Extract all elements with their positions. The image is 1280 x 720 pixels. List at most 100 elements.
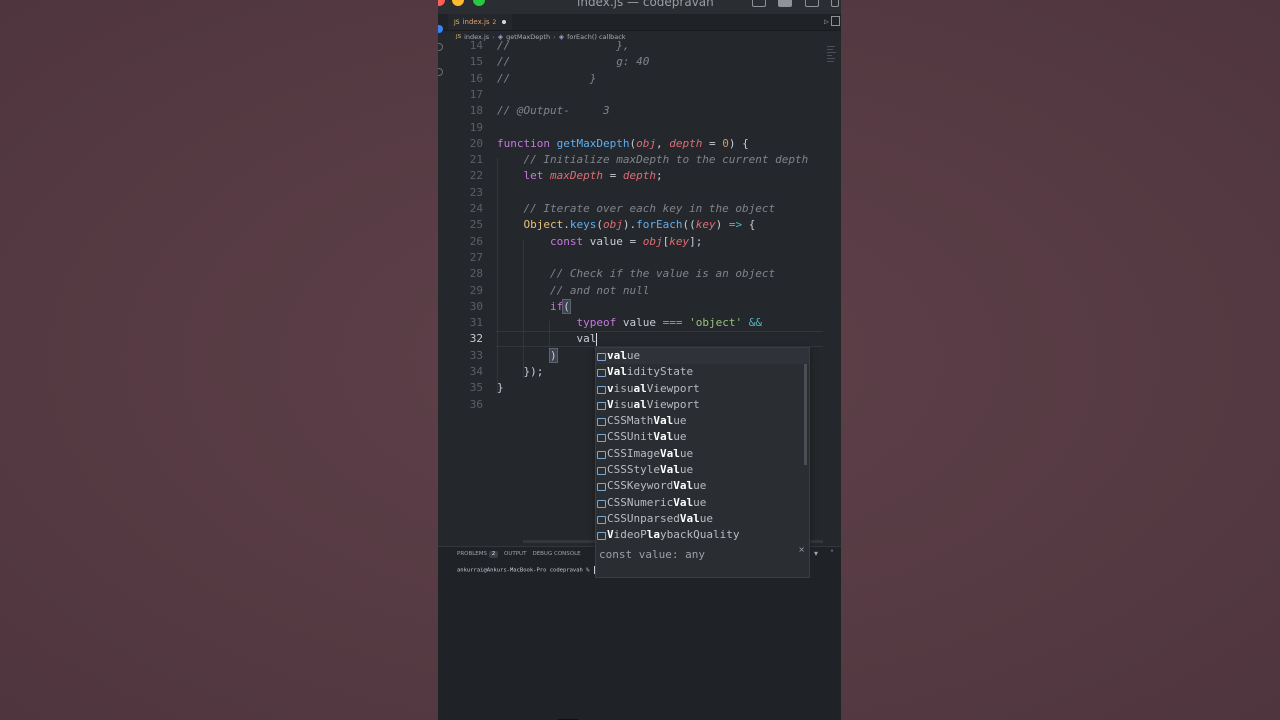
suggestion-item[interactable]: CSSImageValue: [596, 446, 809, 462]
line-number: 34: [469, 365, 483, 378]
code-line[interactable]: 24 // Iterate over each key in the objec…: [438, 201, 841, 217]
code-text: Object.keys(obj).forEach((key) => {: [523, 218, 756, 232]
code-line[interactable]: 30 if(: [438, 298, 841, 315]
code-text: // },: [497, 39, 630, 52]
suggestion-item[interactable]: CSSUnparsedValue: [596, 511, 809, 527]
window-title: index.js — codepravah: [577, 0, 714, 9]
code-text: }: [497, 381, 504, 395]
code-line[interactable]: 31 typeof value === 'object' &&: [438, 315, 841, 331]
line-number: 32: [469, 332, 483, 346]
variable-icon: [597, 532, 606, 541]
line-number: 33: [469, 348, 483, 362]
suggestion-item[interactable]: ValidityState: [596, 364, 809, 380]
suggestion-item[interactable]: CSSStyleValue: [596, 462, 809, 478]
code-text: // Iterate over each key in the object: [523, 202, 776, 215]
code-line[interactable]: 20 function getMaxDepth(obj, depth = 0) {: [438, 136, 841, 152]
details-signature: const value: any: [599, 548, 705, 561]
autocomplete-widget[interactable]: value ValidityState visualViewport VisualVi…: [595, 347, 810, 546]
layout-panel-icon[interactable]: [778, 0, 792, 7]
code-text: // Check if the value is an object: [549, 267, 776, 281]
code-line[interactable]: 21 // Initialize maxDepth to the current…: [438, 152, 841, 168]
line-number: 22: [469, 169, 483, 183]
suggestion-item[interactable]: CSSKeywordValue: [596, 478, 809, 494]
code-text: typeof value === 'object' &&: [576, 316, 762, 330]
code-text: // }: [497, 71, 597, 85]
variable-icon: [597, 499, 606, 508]
code-line[interactable]: 25 Object.keys(obj).forEach((key) => {: [438, 217, 841, 233]
minimap[interactable]: [827, 44, 837, 74]
variable-icon: [597, 467, 606, 476]
code-line[interactable]: 14 // },: [438, 38, 841, 54]
line-number: 24: [469, 202, 483, 215]
close-icon[interactable]: ×: [798, 545, 805, 554]
code-line[interactable]: 22 let maxDepth = depth;: [438, 168, 841, 184]
line-number: 31: [469, 316, 483, 330]
variable-icon: [597, 483, 606, 492]
code-line[interactable]: 18 // @Output- 3: [438, 103, 841, 119]
code-line[interactable]: 26 const value = obj[key];: [438, 234, 841, 250]
line-number: 25: [469, 218, 483, 232]
code-line[interactable]: 19: [438, 120, 841, 136]
variable-icon: [597, 401, 606, 410]
line-number: 17: [469, 87, 483, 101]
suggestion-item[interactable]: value: [596, 348, 809, 365]
code-line[interactable]: 17: [438, 87, 841, 103]
code-line[interactable]: 32 val: [438, 331, 841, 348]
close-window-button[interactable]: [438, 0, 445, 6]
layout-customize-icon[interactable]: [831, 0, 839, 7]
terminal[interactable]: ankurrai@Ankurs-MacBook-Pro codepravah %: [457, 566, 599, 574]
line-number: 36: [469, 397, 483, 411]
tab-problem-count: 2: [492, 18, 497, 26]
code-line[interactable]: 27: [438, 250, 841, 266]
variable-icon: [597, 434, 606, 443]
variable-icon: [597, 418, 606, 427]
zoom-window-button[interactable]: [473, 0, 485, 6]
unsaved-dot-icon[interactable]: [502, 20, 507, 24]
suggestion-item[interactable]: CSSNumericValue: [596, 495, 809, 511]
code-text: // Initialize maxDepth to the current de…: [523, 153, 809, 167]
code-line[interactable]: 28 // Check if the value is an object: [438, 266, 841, 282]
chevron-up-icon[interactable]: ˄: [830, 549, 834, 558]
suggestion-item[interactable]: CSSMathValue: [596, 413, 809, 429]
line-number: 15: [469, 55, 483, 69]
tab-problems[interactable]: PROBLEMS 2: [457, 551, 499, 558]
variable-icon: [597, 515, 606, 524]
variable-icon: [597, 385, 606, 394]
line-number: 23: [469, 185, 483, 199]
source-control-badge-icon[interactable]: [438, 25, 443, 33]
variable-icon: [597, 369, 606, 378]
code-text: const value = obj[key];: [549, 234, 703, 248]
suggestion-item[interactable]: CSSUnitValue: [596, 429, 809, 445]
line-number: 18: [469, 104, 483, 118]
tab-debug-console[interactable]: DEBUG CONSOLE: [532, 551, 580, 558]
code-text: if(: [549, 298, 571, 314]
panel-tabs: PROBLEMS 2 OUTPUT DEBUG CONSOLE: [457, 551, 581, 558]
panel-more-icon[interactable]: ▾: [814, 549, 818, 558]
layout-sidebar-icon[interactable]: [752, 0, 766, 7]
line-number: 16: [469, 71, 483, 85]
code-line[interactable]: 15 // g: 40: [438, 54, 841, 70]
run-icon[interactable]: ▷: [824, 17, 829, 26]
line-number: 35: [469, 381, 483, 395]
minimize-window-button[interactable]: [452, 0, 464, 6]
tab-output[interactable]: OUTPUT: [504, 551, 526, 558]
code-text: val: [497, 332, 598, 346]
line-number: 30: [469, 299, 483, 313]
code-line[interactable]: 29 // and not null: [438, 283, 841, 299]
line-number: 19: [469, 120, 483, 134]
layout-split-icon[interactable]: [805, 0, 819, 7]
code-text: ): [549, 347, 558, 363]
suggestion-item[interactable]: visualViewport: [596, 381, 809, 397]
tab-index-js[interactable]: JS index.js 2: [448, 14, 513, 30]
suggestion-item[interactable]: VideoPlaybackQuality: [596, 527, 809, 543]
autocomplete-details: const value: any ×: [595, 545, 810, 578]
code-text: // @Output- 3: [497, 104, 610, 118]
split-editor-icon[interactable]: [831, 16, 840, 26]
editor-tab-bar: JS index.js 2 ▷: [438, 14, 841, 31]
variable-icon: [597, 353, 606, 361]
code-line[interactable]: 23: [438, 185, 841, 201]
suggestion-item[interactable]: VisualViewport: [596, 397, 809, 413]
terminal-prompt: ankurrai@Ankurs-MacBook-Pro codepravah %: [457, 567, 593, 574]
code-line[interactable]: 16 // }: [438, 71, 841, 87]
line-number: 29: [469, 283, 483, 297]
